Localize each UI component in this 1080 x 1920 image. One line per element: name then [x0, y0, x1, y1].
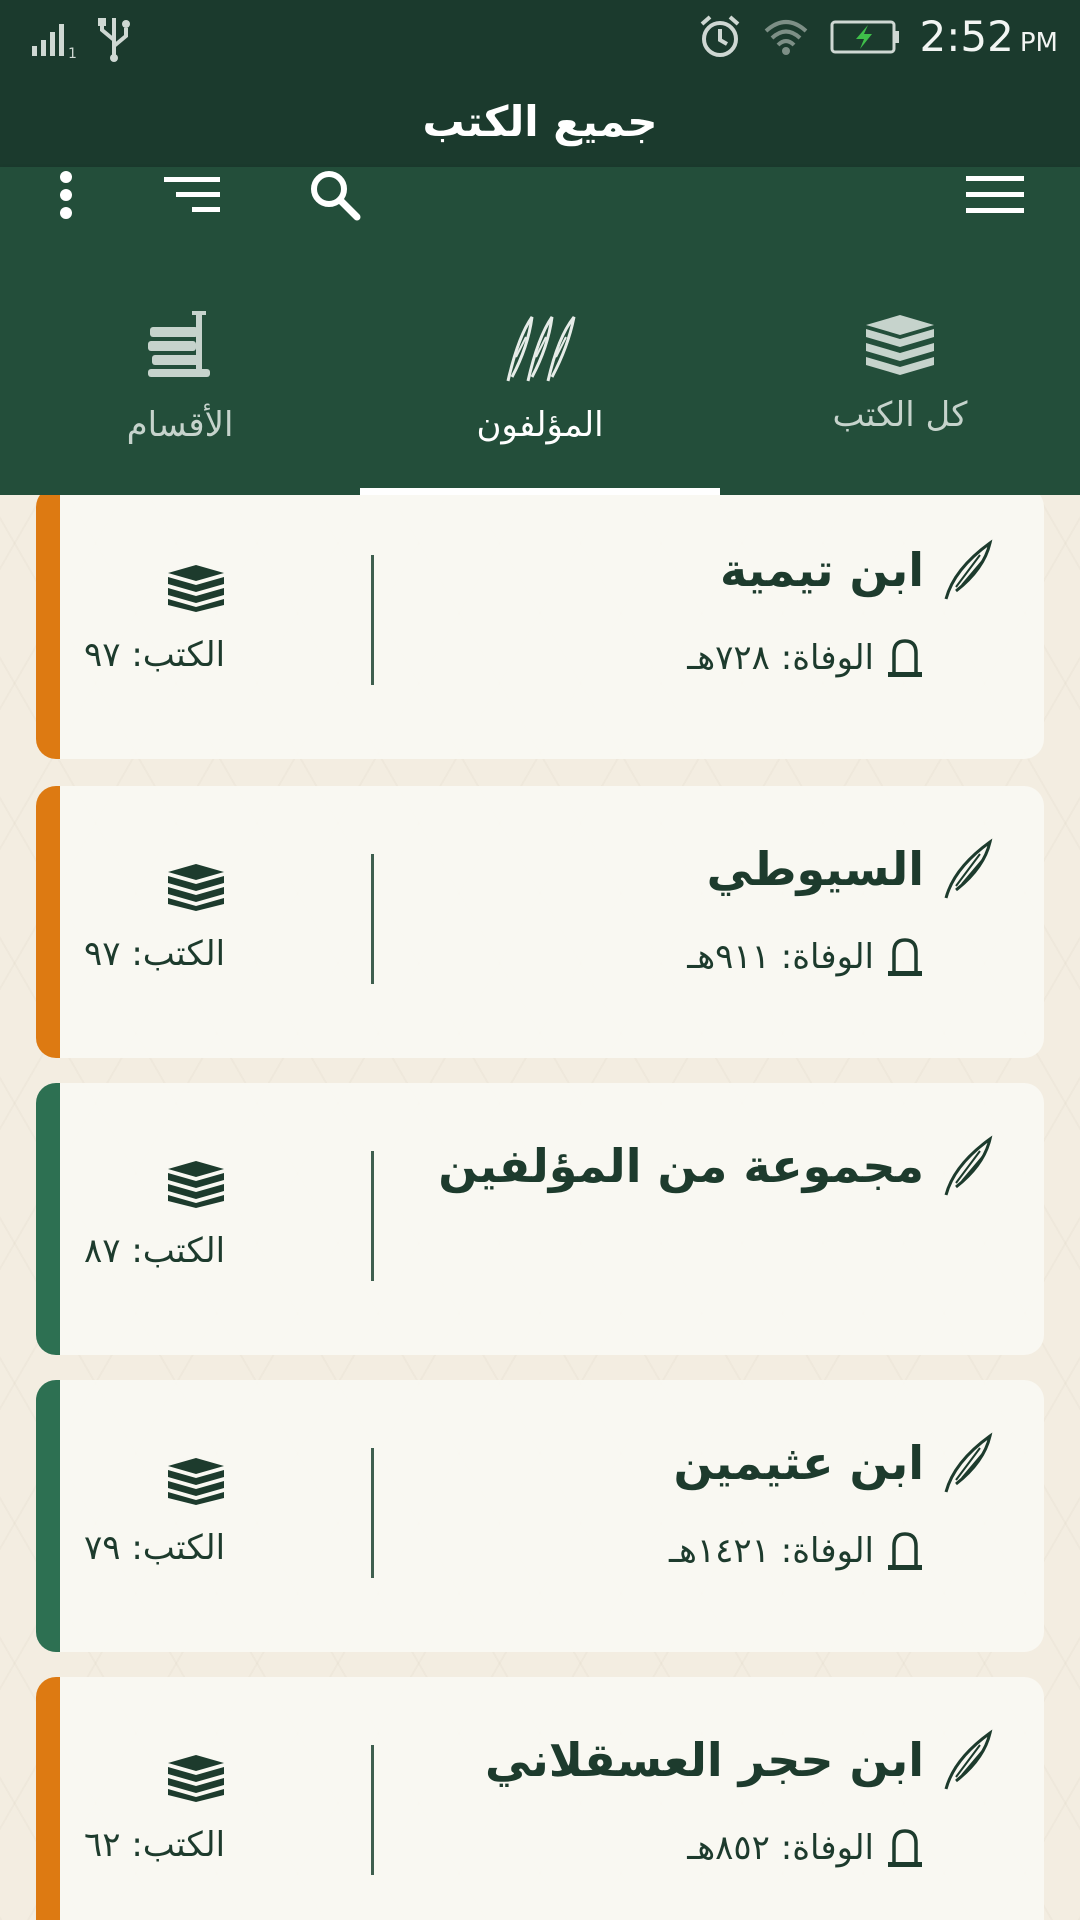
author-name: ابن حجر العسقلاني [484, 1733, 924, 1787]
tab-sections-label: الأقسام [126, 405, 234, 445]
signal-sub-label: 1 [68, 46, 77, 60]
usb-icon [98, 18, 130, 62]
death-row: الوفاة: ٨٥٢هـ [687, 1827, 924, 1869]
tab-bar: الأقسام المؤلفون كل الكتب [0, 277, 1080, 495]
active-tab-indicator [360, 488, 720, 495]
card-divider [371, 854, 374, 984]
death-row: الوفاة: ٧٢٨هـ [687, 637, 924, 679]
author-name: السيوطي [706, 842, 924, 896]
title-bar: جميع الكتب [0, 75, 1080, 167]
search-icon[interactable] [295, 167, 375, 223]
books-count: الكتب: ٧٩ [84, 1528, 226, 1568]
card-stripe [36, 495, 60, 759]
death-row: الوفاة: ١٤٢١هـ [669, 1530, 924, 1572]
menu-icon[interactable] [955, 167, 1035, 223]
books-icon [168, 1161, 224, 1208]
status-ampm: PM [1019, 28, 1058, 58]
authors-list[interactable]: ابن تيمية الوفاة: ٧٢٨هـ الكتب: ٩٧ السيوط… [0, 495, 1080, 1920]
signal-icon: 1 [32, 24, 77, 60]
page-title: جميع الكتب [422, 96, 658, 146]
author-name: ابن عثيمين [673, 1436, 924, 1490]
card-stripe [36, 786, 60, 1058]
tab-authors[interactable]: المؤلفون [360, 277, 720, 495]
death-date: الوفاة: ٩١١هـ [687, 937, 874, 977]
card-stripe [36, 1380, 60, 1652]
card-stripe [36, 1677, 60, 1920]
toolbar [0, 167, 1080, 277]
author-name: ابن تيمية [719, 543, 924, 597]
sort-icon[interactable] [152, 167, 232, 223]
status-bar: 1 2:52 PM [0, 0, 1080, 75]
quills-icon [506, 316, 576, 382]
battery-icon [830, 20, 899, 53]
status-time-value: 2:52 [919, 12, 1014, 61]
status-time: 2:52 PM [920, 12, 1058, 61]
death-row: الوفاة: ٩١١هـ [687, 936, 924, 978]
tab-all-books-label: كل الكتب [832, 395, 968, 435]
card-divider [371, 555, 374, 685]
author-card[interactable]: ابن تيمية الوفاة: ٧٢٨هـ الكتب: ٩٧ [36, 495, 1044, 759]
tab-sections[interactable]: الأقسام [0, 277, 360, 495]
author-card[interactable]: مجموعة من المؤلفين الكتب: ٨٧ [36, 1083, 1044, 1355]
more-vert-icon[interactable] [26, 167, 106, 223]
books-icon [168, 1755, 224, 1802]
books-count: الكتب: ٦٢ [84, 1825, 226, 1865]
sections-icon [148, 311, 210, 377]
quill-icon [944, 539, 993, 600]
tab-all-books[interactable]: كل الكتب [720, 277, 1080, 495]
tombstone-icon [888, 1532, 922, 1570]
author-card[interactable]: السيوطي الوفاة: ٩١١هـ الكتب: ٩٧ [36, 786, 1044, 1058]
alarm-icon [700, 14, 739, 57]
card-divider [371, 1745, 374, 1875]
death-date: الوفاة: ٧٢٨هـ [687, 638, 874, 678]
wifi-icon [764, 19, 807, 55]
author-card[interactable]: ابن عثيمين الوفاة: ١٤٢١هـ الكتب: ٧٩ [36, 1380, 1044, 1652]
books-icon [168, 864, 224, 911]
status-left: 1 [30, 14, 132, 62]
books-stack-icon [866, 315, 934, 375]
books-count: الكتب: ٨٧ [84, 1231, 226, 1271]
status-right: 2:52 PM [698, 12, 1058, 61]
death-date: الوفاة: ٨٥٢هـ [687, 1828, 874, 1868]
card-stripe [36, 1083, 60, 1355]
death-date: الوفاة: ١٤٢١هـ [669, 1531, 874, 1571]
author-card[interactable]: ابن حجر العسقلاني الوفاة: ٨٥٢هـ الكتب: ٦… [36, 1677, 1044, 1920]
quill-icon [944, 1135, 993, 1196]
tombstone-icon [888, 1829, 922, 1867]
author-name: مجموعة من المؤلفين [438, 1139, 924, 1193]
card-divider [371, 1448, 374, 1578]
books-count: الكتب: ٩٧ [84, 635, 226, 675]
tab-authors-label: المؤلفون [476, 405, 604, 445]
books-icon [168, 565, 224, 612]
quill-icon [944, 1729, 993, 1790]
books-count: الكتب: ٩٧ [84, 934, 226, 974]
books-icon [168, 1458, 224, 1505]
tombstone-icon [888, 639, 922, 677]
quill-icon [944, 838, 993, 899]
quill-icon [944, 1432, 993, 1493]
tombstone-icon [888, 938, 922, 976]
card-divider [371, 1151, 374, 1281]
